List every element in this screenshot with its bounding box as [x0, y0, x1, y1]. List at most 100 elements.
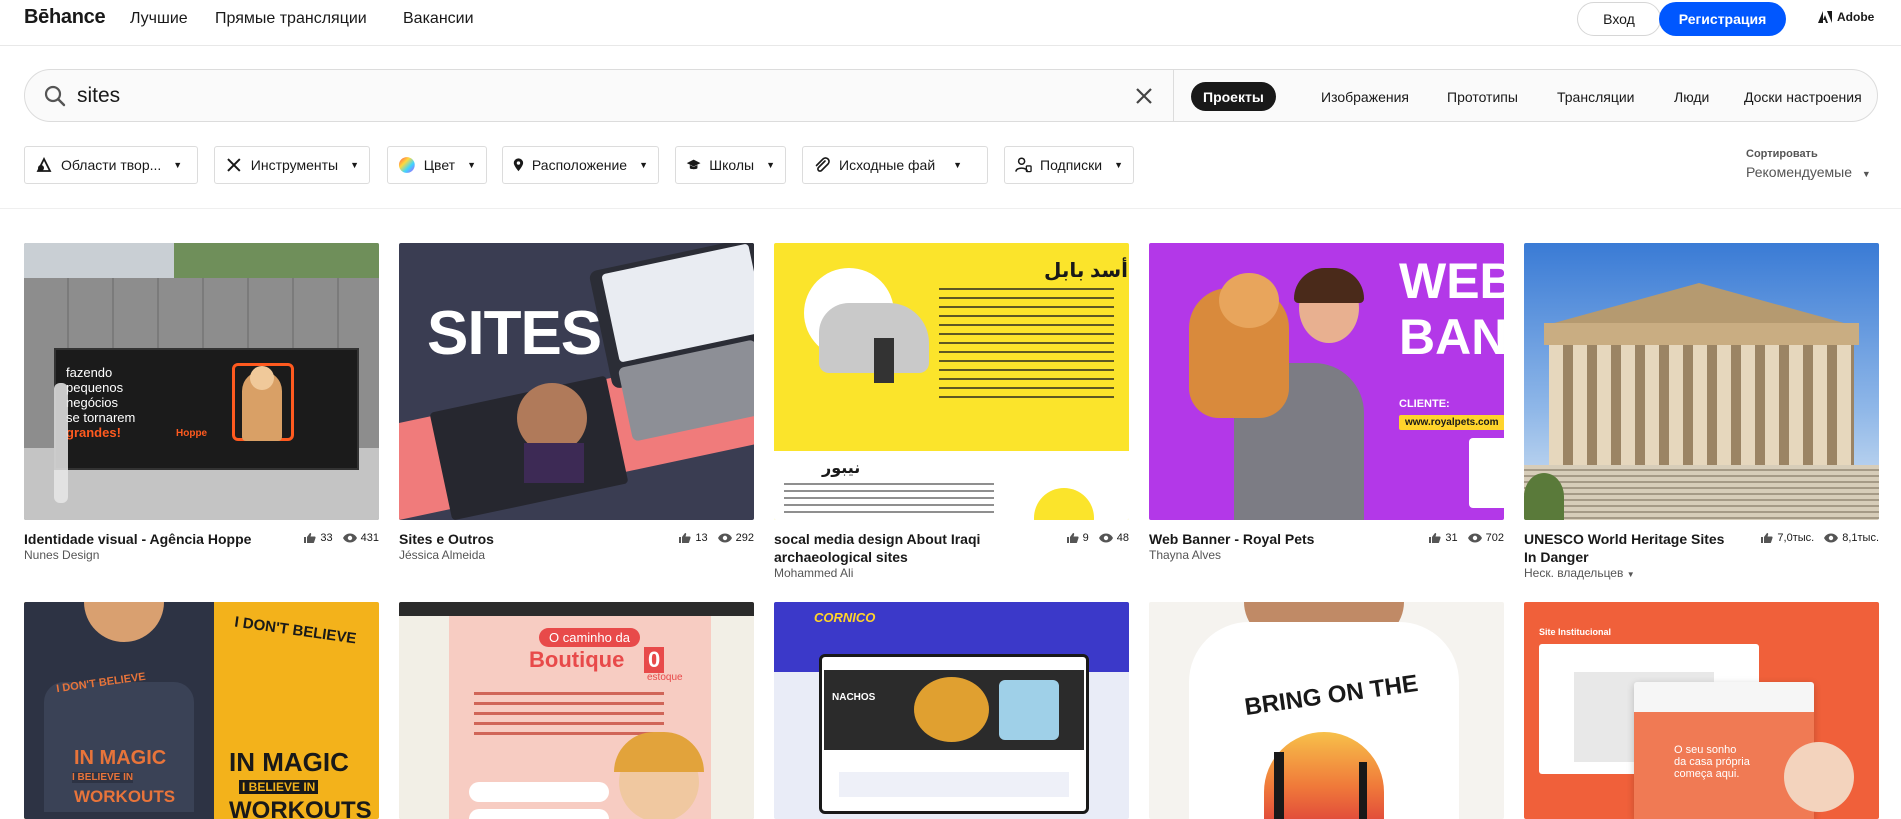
multiple-owners-dropdown[interactable]: Неск. владельцев ▼: [1524, 566, 1635, 580]
project-owner: Неск. владельцев: [1524, 566, 1624, 580]
clear-search-icon[interactable]: [1133, 85, 1155, 107]
like-count: 9: [1082, 532, 1089, 544]
thumb-text: se tornarem: [66, 410, 136, 425]
chevron-down-icon: ▼: [639, 160, 648, 170]
project-thumbnail[interactable]: أسد بابل نيبور: [774, 243, 1129, 520]
thumbs-up-icon: [1761, 533, 1774, 543]
project-card[interactable]: O caminho da Boutique 0 estoque: [399, 602, 754, 819]
top-navigation: Bēhance Лучшие Прямые трансляции Ваканси…: [0, 0, 1901, 46]
view-count: 702: [1485, 532, 1504, 544]
creative-fields-icon: [36, 156, 52, 172]
filter-creative-fields[interactable]: Области твор... ▼: [24, 146, 198, 184]
project-thumbnail[interactable]: WEB BAN CLIENTE: www.royalpets.com: [1149, 243, 1504, 520]
project-card[interactable]: CORNICO NACHOS: [774, 602, 1129, 819]
project-stats: 9 48: [1066, 532, 1129, 544]
project-card[interactable]: UNESCO World Heritage Sites In Danger Не…: [1524, 243, 1879, 583]
project-thumbnail[interactable]: CORNICO NACHOS: [774, 602, 1129, 819]
project-thumbnail[interactable]: SITES: [399, 243, 754, 520]
chevron-down-icon: ▼: [467, 160, 476, 170]
search-input[interactable]: sites: [77, 84, 120, 108]
login-button[interactable]: Вход: [1577, 2, 1661, 36]
thumb-text: pequenos: [66, 380, 124, 395]
project-title[interactable]: Web Banner - Royal Pets: [1149, 530, 1414, 548]
nav-link-livestreams[interactable]: Прямые трансляции: [215, 10, 367, 28]
project-thumbnail[interactable]: I DON'T BELIEVE IN MAGIC I BELIEVE IN WO…: [24, 602, 379, 819]
filter-tools[interactable]: Инструменты ▼: [214, 146, 370, 184]
project-title[interactable]: Sites e Outros: [399, 530, 664, 548]
project-card[interactable]: Site Institucional O seu sonho da casa p…: [1524, 602, 1879, 819]
project-stats: 7,0тыс. 8,1тыс.: [1760, 532, 1879, 544]
filter-color[interactable]: Цвет ▼: [387, 146, 487, 184]
nav-link-best[interactable]: Лучшие: [130, 10, 188, 28]
thumb-text: WORKOUTS: [74, 787, 176, 806]
filter-location[interactable]: Расположение ▼: [502, 146, 659, 184]
filter-schools[interactable]: Школы ▼: [675, 146, 786, 184]
thumb-text: fazendo: [66, 365, 113, 380]
thumb-text: IN MAGIC: [74, 747, 167, 769]
thumb-text: grandes!: [66, 425, 121, 440]
color-wheel-icon: [398, 157, 415, 173]
nav-link-jobs[interactable]: Вакансии: [403, 10, 474, 28]
like-count: 33: [320, 532, 333, 544]
location-pin-icon: [513, 158, 524, 172]
project-stats: 33 431: [303, 532, 379, 544]
project-title[interactable]: UNESCO World Heritage Sites In Danger: [1524, 530, 1739, 566]
chevron-down-icon: ▼: [1861, 169, 1871, 179]
thumb-text: da casa própria: [1674, 756, 1750, 768]
filter-label: Подписки: [1040, 157, 1103, 173]
adobe-label: Adobe: [1837, 10, 1875, 24]
thumb-text: negócios: [66, 395, 119, 410]
project-thumbnail[interactable]: BRING ON THE: [1149, 602, 1504, 819]
behance-logo[interactable]: Bēhance: [24, 6, 106, 29]
project-title[interactable]: Identidade visual - Agência Hoppe: [24, 530, 289, 548]
thumb-text: IN MAGIC: [229, 747, 349, 777]
chevron-down-icon: ▼: [350, 160, 359, 170]
chevron-down-icon: ▼: [173, 160, 183, 170]
thumb-text: I DON'T BELIEVE: [233, 613, 358, 648]
thumb-text: I BELIEVE IN: [239, 780, 319, 794]
project-thumbnail[interactable]: O caminho da Boutique 0 estoque: [399, 602, 754, 819]
signup-button[interactable]: Регистрация: [1659, 2, 1786, 36]
thumbs-up-icon: [679, 533, 692, 543]
project-stats: 13 292: [678, 532, 754, 544]
project-title[interactable]: socal media design About Iraqi archaeolo…: [774, 530, 1039, 566]
project-owner[interactable]: Jéssica Almeida: [399, 548, 485, 562]
filter-subscriptions[interactable]: Подписки ▼: [1004, 146, 1134, 184]
project-owner[interactable]: Mohammed Ali: [774, 566, 853, 580]
project-thumbnail[interactable]: fazendo pequenos negócios se tornarem gr…: [24, 243, 379, 520]
sort-value: Рекомендуемые: [1746, 164, 1852, 180]
tab-livestreams[interactable]: Трансляции: [1545, 82, 1646, 111]
like-count: 7,0тыс.: [1777, 532, 1815, 544]
project-card[interactable]: WEB BAN CLIENTE: www.royalpets.com Web B…: [1149, 243, 1504, 563]
eye-icon: [1098, 533, 1113, 543]
thumbs-up-icon: [304, 533, 317, 543]
project-thumbnail[interactable]: Site Institucional O seu sonho da casa p…: [1524, 602, 1879, 819]
eye-icon: [1467, 533, 1482, 543]
sort-label: Сортировать: [1746, 148, 1818, 160]
project-card[interactable]: BRING ON THE: [1149, 602, 1504, 819]
thumb-text: Site Institucional: [1539, 627, 1612, 637]
tab-images[interactable]: Изображения: [1309, 82, 1421, 111]
thumb-text: www.royalpets.com: [1399, 415, 1504, 430]
filter-source-files[interactable]: Исходные фай ▼: [802, 146, 988, 184]
project-thumbnail[interactable]: [1524, 243, 1879, 520]
search-divider: [1173, 70, 1174, 121]
thumb-text: Hoppe: [176, 428, 208, 439]
eye-icon: [1824, 533, 1839, 543]
tab-prototypes[interactable]: Прототипы: [1435, 82, 1530, 111]
project-card[interactable]: fazendo pequenos negócios se tornarem gr…: [24, 243, 379, 563]
thumb-text: WORKOUTS: [229, 797, 372, 819]
tab-moodboards[interactable]: Доски настроения: [1732, 82, 1874, 111]
tab-people[interactable]: Люди: [1662, 82, 1721, 111]
project-card[interactable]: SITES Sites e Outros Jéssica Almeida 13 …: [399, 243, 754, 563]
thumb-text: Boutique: [529, 647, 625, 672]
project-owner[interactable]: Nunes Design: [24, 548, 99, 562]
tab-projects[interactable]: Проекты: [1191, 82, 1276, 111]
filter-label: Расположение: [531, 157, 628, 173]
sort-dropdown[interactable]: Рекомендуемые ▼: [1746, 164, 1871, 180]
project-card[interactable]: I DON'T BELIEVE IN MAGIC I BELIEVE IN WO…: [24, 602, 379, 819]
thumb-text: I BELIEVE IN: [72, 772, 134, 783]
adobe-link[interactable]: Adobe: [1818, 10, 1874, 24]
project-card[interactable]: أسد بابل نيبور socal media design About …: [774, 243, 1129, 583]
project-owner[interactable]: Thayna Alves: [1149, 548, 1221, 562]
